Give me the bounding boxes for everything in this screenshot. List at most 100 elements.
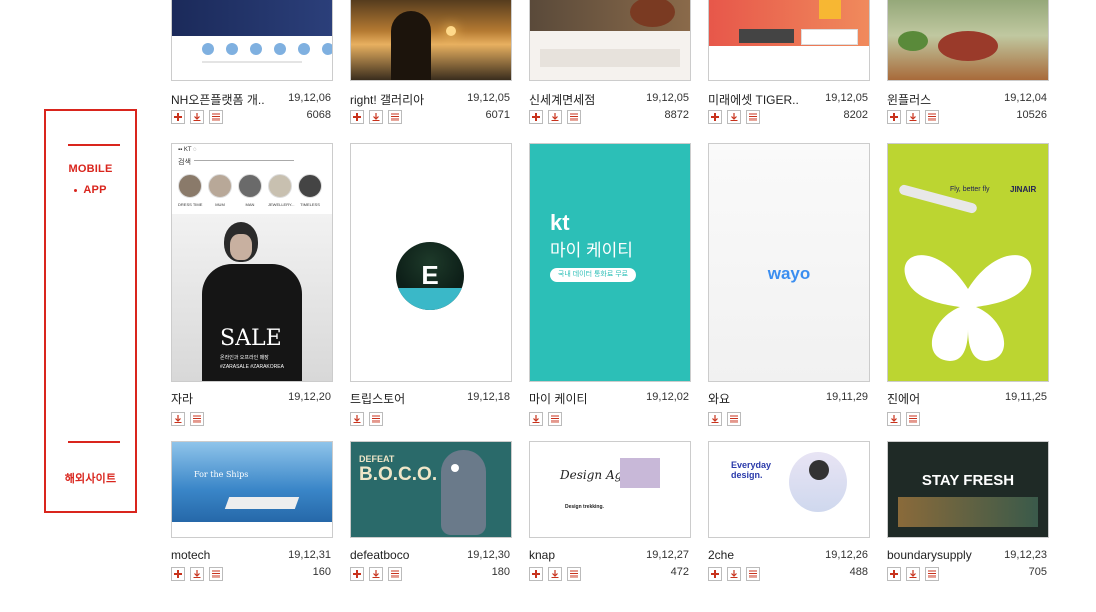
download-icon <box>730 113 738 121</box>
list-button[interactable] <box>567 567 581 581</box>
plus-icon <box>711 113 719 121</box>
list-button[interactable] <box>369 412 383 426</box>
tripstore-letter: E <box>421 260 439 290</box>
site-title[interactable]: 2che <box>708 548 734 562</box>
zara-category-label: MUM <box>215 202 225 207</box>
add-button[interactable] <box>887 567 901 581</box>
add-button[interactable] <box>529 110 543 124</box>
list-button[interactable] <box>548 412 562 426</box>
list-icon <box>193 415 201 423</box>
download-button[interactable] <box>171 412 185 426</box>
site-thumbnail[interactable]: E <box>350 143 512 382</box>
list-button[interactable] <box>388 567 402 581</box>
site-thumbnail[interactable]: Everyday design. <box>708 441 870 538</box>
site-date: 19,12,02 <box>646 391 689 403</box>
add-button[interactable] <box>708 567 722 581</box>
list-button[interactable] <box>727 412 741 426</box>
zara-category-label: JEWELLERY... <box>268 202 295 207</box>
view-count: 6071 <box>485 109 510 121</box>
list-icon <box>391 113 399 121</box>
site-thumbnail[interactable]: ▪▪ KT ◌ 검색 DRESS TIME MUM MAN JEWELLERY... T… <box>171 143 333 382</box>
add-button[interactable] <box>708 110 722 124</box>
download-button[interactable] <box>190 567 204 581</box>
add-button[interactable] <box>171 567 185 581</box>
zara-category-label: MAN <box>245 202 255 207</box>
download-button[interactable] <box>369 567 383 581</box>
site-title[interactable]: right! 갤러리아 <box>350 91 424 108</box>
site-title[interactable]: boundarysupply <box>887 548 972 562</box>
download-button[interactable] <box>727 567 741 581</box>
site-title[interactable]: defeatboco <box>350 548 409 562</box>
list-button[interactable] <box>190 412 204 426</box>
jinair-logo: JINAIR <box>1010 185 1037 194</box>
download-icon <box>353 415 361 423</box>
add-button[interactable] <box>350 110 364 124</box>
view-count: 160 <box>312 566 331 578</box>
kt-title: 마이 케이티 <box>550 241 633 260</box>
download-icon <box>551 113 559 121</box>
site-thumbnail[interactable] <box>350 0 512 81</box>
list-button[interactable] <box>209 567 223 581</box>
site-date: 19,12,31 <box>288 549 331 561</box>
site-thumbnail[interactable]: STAY FRESH <box>887 441 1049 538</box>
site-thumbnail[interactable] <box>171 0 333 81</box>
download-button[interactable] <box>529 412 543 426</box>
site-title[interactable]: 윈플러스 <box>887 91 931 108</box>
list-button[interactable] <box>567 110 581 124</box>
download-button[interactable] <box>906 110 920 124</box>
site-thumbnail[interactable]: For the Ships <box>171 441 333 538</box>
site-title[interactable]: 자라 <box>171 390 193 407</box>
site-title[interactable]: 트립스토어 <box>350 390 405 407</box>
download-icon <box>174 415 182 423</box>
zara-sale-sub: 온라인과 오프라인 매장 <box>220 355 269 361</box>
view-count: 705 <box>1028 566 1047 578</box>
site-thumbnail[interactable]: DEFEAT B.O.C.O. <box>350 441 512 538</box>
site-thumbnail[interactable] <box>887 0 1049 81</box>
download-button[interactable] <box>350 412 364 426</box>
download-button[interactable] <box>708 412 722 426</box>
download-button[interactable] <box>906 567 920 581</box>
add-button[interactable] <box>171 110 185 124</box>
site-thumbnail[interactable]: Design Agency Design trekking. <box>529 441 691 538</box>
site-title[interactable]: 신세계면세점 <box>529 91 595 108</box>
list-button[interactable] <box>746 567 760 581</box>
category-overseas[interactable]: 해외사이트 <box>46 470 135 486</box>
list-button[interactable] <box>388 110 402 124</box>
plus-icon <box>532 113 540 121</box>
download-button[interactable] <box>369 110 383 124</box>
site-title[interactable]: 미래에셋 TIGER.. <box>708 91 799 108</box>
category-mobile[interactable]: MOBILE <box>46 163 135 175</box>
site-thumbnail[interactable] <box>529 0 691 81</box>
list-button[interactable] <box>925 110 939 124</box>
site-title[interactable]: knap <box>529 548 555 562</box>
add-button[interactable] <box>887 110 901 124</box>
site-thumbnail[interactable]: kt 마이 케이티 국내 데이터 통화료 무료 <box>529 143 691 382</box>
list-icon <box>928 113 936 121</box>
list-icon <box>212 113 220 121</box>
list-icon <box>391 570 399 578</box>
list-button[interactable] <box>746 110 760 124</box>
list-icon <box>909 415 917 423</box>
list-button[interactable] <box>906 412 920 426</box>
list-button[interactable] <box>925 567 939 581</box>
download-button[interactable] <box>548 567 562 581</box>
site-thumbnail[interactable] <box>708 0 870 81</box>
site-title[interactable]: 진에어 <box>887 390 920 407</box>
download-button[interactable] <box>548 110 562 124</box>
site-date: 19,11,25 <box>1004 391 1047 403</box>
site-date: 19,12,20 <box>288 391 331 403</box>
site-title[interactable]: NH오픈플랫폼 개.. <box>171 91 265 108</box>
add-button[interactable] <box>350 567 364 581</box>
download-button[interactable] <box>887 412 901 426</box>
site-title[interactable]: 와요 <box>708 390 730 407</box>
download-button[interactable] <box>727 110 741 124</box>
site-date: 19,12,27 <box>646 549 689 561</box>
category-app[interactable]: APP <box>46 184 135 196</box>
download-button[interactable] <box>190 110 204 124</box>
site-title[interactable]: motech <box>171 548 210 562</box>
site-thumbnail[interactable]: Fly, better fly JINAIR <box>887 143 1049 382</box>
add-button[interactable] <box>529 567 543 581</box>
list-button[interactable] <box>209 110 223 124</box>
site-title[interactable]: 마이 케이티 <box>529 390 588 407</box>
site-thumbnail[interactable]: wayo <box>708 143 870 382</box>
